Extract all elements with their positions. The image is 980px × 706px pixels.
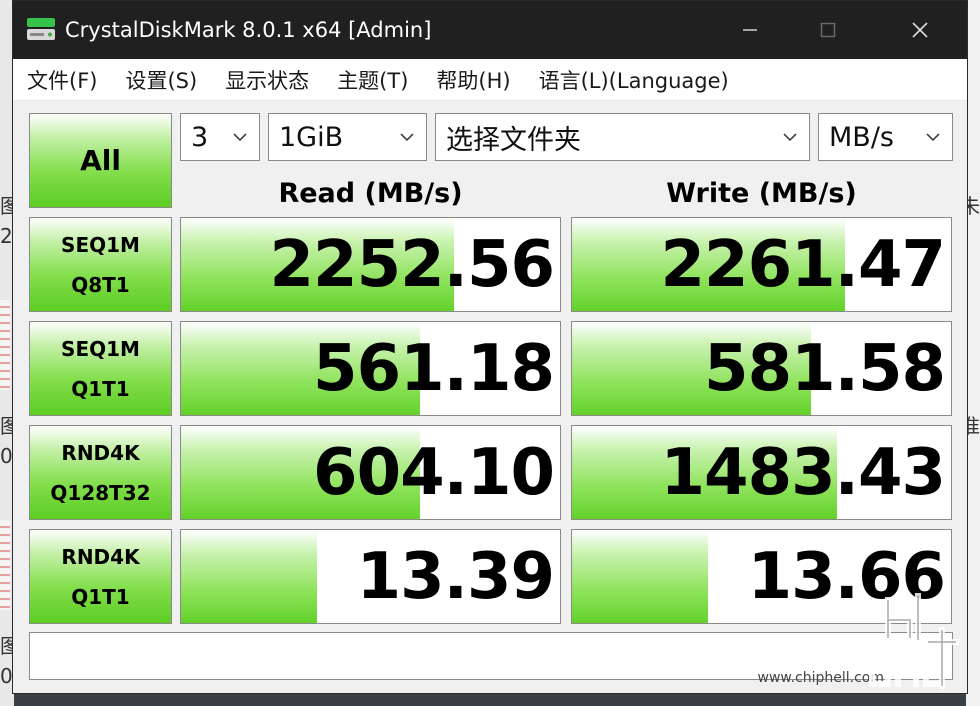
menu-theme[interactable]: 主题(T)	[337, 65, 408, 95]
test-size-select[interactable]: 1GiB	[268, 113, 427, 161]
test-count-select[interactable]: 3	[180, 113, 260, 161]
chevron-down-icon	[400, 133, 414, 142]
minimize-icon	[743, 29, 757, 31]
test-count-value: 3	[191, 121, 209, 153]
write-result-value: 581.58	[704, 331, 946, 406]
menu-view[interactable]: 显示状态	[225, 65, 309, 95]
write-result-cell: 2261.47	[571, 217, 952, 312]
menu-file[interactable]: 文件(F)	[27, 65, 97, 95]
test-button-label: SEQ1M	[61, 336, 140, 361]
maximize-icon	[820, 22, 836, 38]
write-result-value: 2261.47	[660, 227, 946, 302]
chiphell-logo-icon	[869, 593, 959, 689]
test-size-value: 1GiB	[279, 121, 344, 153]
test-button-rnd4k-q1t1[interactable]: RND4K Q1T1	[29, 529, 172, 624]
write-result-bar	[572, 530, 709, 623]
chevron-down-icon	[926, 133, 940, 142]
window-title: CrystalDiskMark 8.0.1 x64 [Admin]	[65, 18, 432, 42]
chevron-down-icon	[233, 133, 247, 142]
read-result-value: 604.10	[313, 435, 555, 510]
close-button[interactable]	[897, 13, 943, 47]
desktop-label-fragment: 0	[0, 444, 13, 468]
test-button-rnd4k-q128t32[interactable]: RND4K Q128T32	[29, 425, 172, 520]
disk-icon	[27, 18, 55, 40]
test-button-label: SEQ1M	[61, 232, 140, 257]
desktop-thumbnail-fragment	[0, 520, 10, 610]
read-result-value: 2252.56	[269, 227, 555, 302]
run-all-button[interactable]: All	[29, 113, 172, 208]
unit-value: MB/s	[829, 121, 894, 153]
desktop-label-fragment: 2	[0, 224, 13, 248]
menu-help[interactable]: 帮助(H)	[436, 65, 510, 95]
desktop-thumbnail-fragment	[0, 300, 10, 390]
minimize-button[interactable]	[727, 13, 773, 47]
test-button-seq1m-q1t1[interactable]: SEQ1M Q1T1	[29, 321, 172, 416]
desktop-label-fragment: 0	[0, 664, 13, 688]
write-column-header: Write (MB/s)	[666, 177, 857, 209]
menu-settings[interactable]: 设置(S)	[125, 65, 197, 95]
menu-bar: 文件(F) 设置(S) 显示状态 主题(T) 帮助(H) 语言(L)(Langu…	[13, 59, 967, 101]
chevron-down-icon	[783, 133, 797, 142]
test-button-label: Q8T1	[71, 272, 130, 297]
menu-language[interactable]: 语言(L)(Language)	[539, 65, 729, 95]
read-result-value: 561.18	[313, 331, 555, 406]
read-column-header: Read (MB/s)	[278, 177, 463, 209]
read-result-cell: 604.10	[180, 425, 561, 520]
app-window: CrystalDiskMark 8.0.1 x64 [Admin] 文件(F) …	[12, 0, 968, 694]
test-button-label: Q1T1	[71, 376, 130, 401]
desktop-right-edge	[966, 0, 980, 706]
test-button-label: RND4K	[61, 440, 140, 465]
test-button-label: Q1T1	[71, 584, 130, 609]
maximize-button[interactable]	[805, 13, 851, 47]
write-result-value: 1483.43	[660, 435, 946, 510]
test-button-label: RND4K	[61, 544, 140, 569]
read-result-cell: 561.18	[180, 321, 561, 416]
write-result-cell: 581.58	[571, 321, 952, 416]
test-button-label: Q128T32	[50, 480, 151, 505]
write-result-cell: 1483.43	[571, 425, 952, 520]
read-result-cell: 2252.56	[180, 217, 561, 312]
title-bar[interactable]: CrystalDiskMark 8.0.1 x64 [Admin]	[13, 1, 967, 59]
target-folder-value: 选择文件夹	[446, 124, 581, 156]
read-result-value: 13.39	[356, 539, 555, 614]
test-button-seq1m-q8t1[interactable]: SEQ1M Q8T1	[29, 217, 172, 312]
target-folder-select[interactable]: 选择文件夹	[435, 113, 810, 161]
read-result-cell: 13.39	[180, 529, 561, 624]
read-result-bar	[181, 530, 318, 623]
unit-select[interactable]: MB/s	[818, 113, 953, 161]
close-icon	[912, 22, 928, 38]
